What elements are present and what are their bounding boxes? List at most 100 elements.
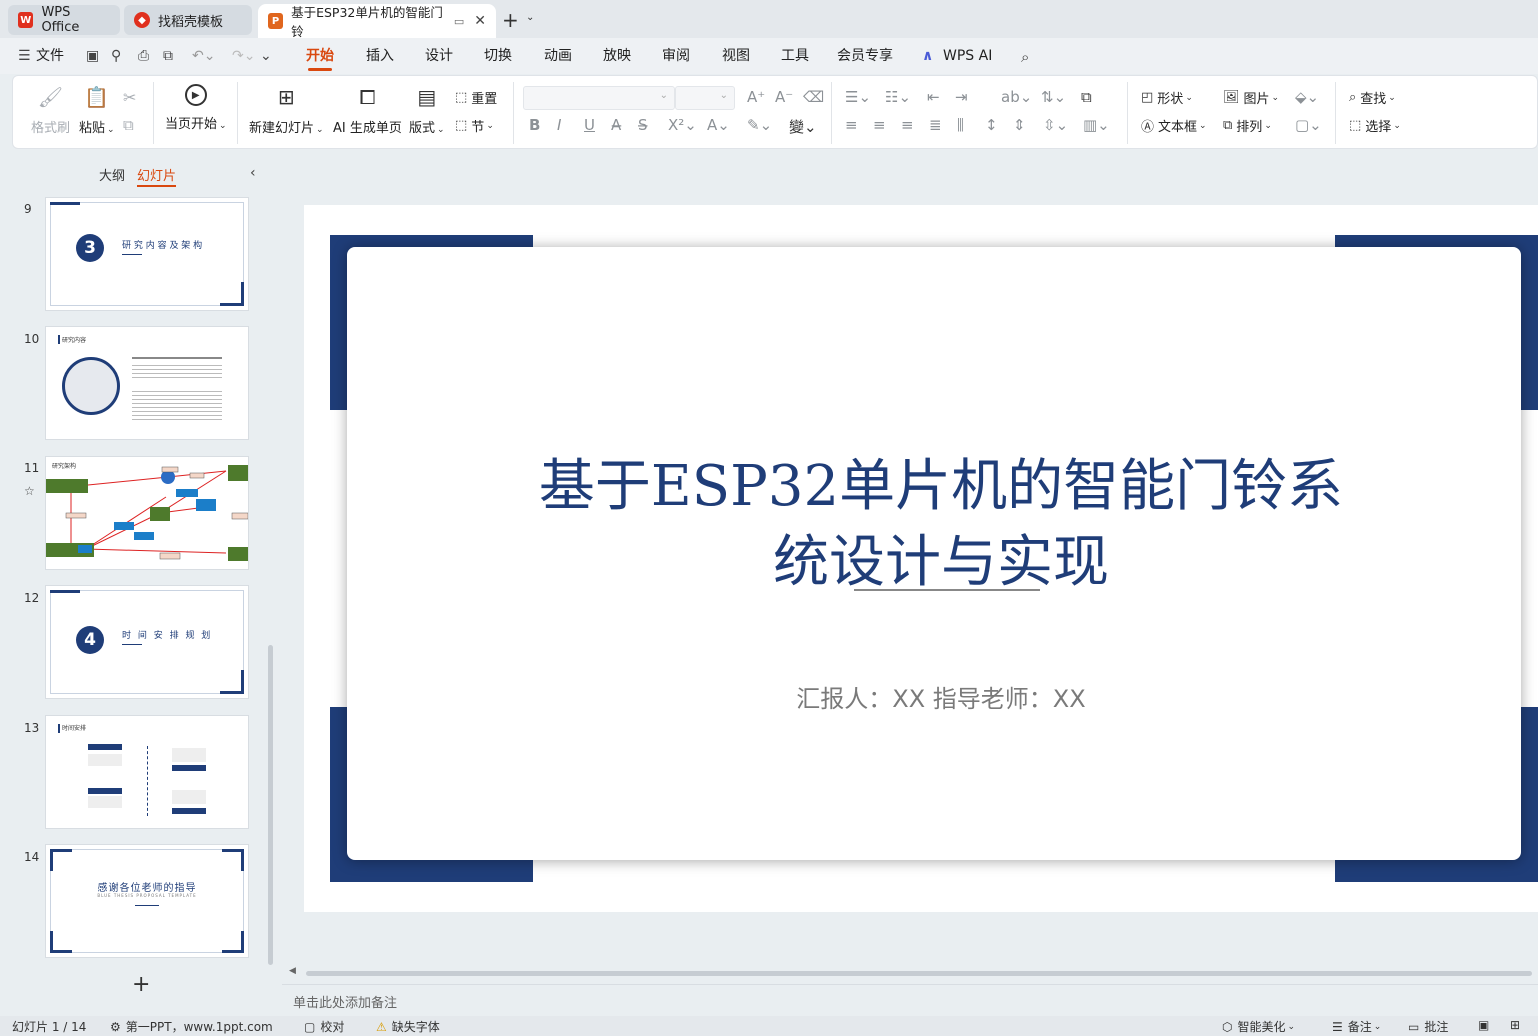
paste-button[interactable]: 📋 粘贴 ⌄ (79, 84, 115, 136)
menu-slideshow[interactable]: 放映 (603, 38, 631, 74)
font-color-icon[interactable]: A⌄ (707, 116, 730, 134)
beautify-button[interactable]: ⬡ 智能美化 ⌄ (1222, 1018, 1295, 1035)
slide-subtitle[interactable]: 汇报人：XX 指导老师：XX (347, 679, 1535, 714)
collapse-panel-icon[interactable]: ‹ (250, 165, 256, 181)
thumbnail-scrollbar[interactable] (268, 645, 273, 965)
distribute-icon[interactable]: ⫼ (957, 116, 964, 134)
justify-icon[interactable]: ≣ (929, 116, 942, 134)
picture-button[interactable]: 🖼 图片 ⌄ (1223, 88, 1279, 107)
cut-icon[interactable]: ✂ (123, 88, 136, 107)
ai-single-page-button[interactable]: ⧠ AI 生成单页 (333, 84, 402, 136)
paragraph-spacing-icon[interactable]: ⇕ (1013, 116, 1026, 134)
arrange-button[interactable]: ⧉ 排列 ⌄ (1223, 116, 1272, 135)
superscript-icon[interactable]: X²⌄ (668, 116, 697, 134)
italic-icon[interactable]: I (557, 116, 561, 134)
slide-thumb-13[interactable]: 时间安排 (46, 716, 248, 828)
menu-file[interactable]: 文件 (36, 38, 64, 74)
menu-wps-ai[interactable]: WPS AI (943, 38, 992, 74)
save-icon[interactable]: ▣ (86, 48, 99, 64)
menu-review[interactable]: 审阅 (662, 38, 690, 74)
menu-design[interactable]: 设计 (425, 38, 453, 74)
missing-font-button[interactable]: ⚠ 缺失字体 (376, 1018, 440, 1035)
numbered-list-icon[interactable]: ☷⌄ (885, 88, 911, 106)
spacing-options-icon[interactable]: ⇳⌄ (1043, 116, 1068, 134)
horizontal-scrollbar[interactable] (306, 971, 1532, 976)
clear-format-icon[interactable]: ⌫ (803, 88, 824, 106)
print-preview-icon[interactable]: ⧉ (163, 48, 173, 64)
shape-button[interactable]: ◰ 形状 ⌄ (1141, 88, 1193, 107)
align-left-icon[interactable]: ≡ (845, 116, 858, 134)
theme-info[interactable]: ⚙ 第一PPT，www.1ppt.com (110, 1018, 273, 1035)
monitor-icon[interactable]: ▭ (454, 15, 464, 28)
new-tab-icon[interactable]: + (502, 8, 519, 32)
align-center-icon[interactable]: ≡ (873, 116, 886, 134)
tab-current-document[interactable]: P 基于ESP32单片机的智能门铃 ▭ ✕ (258, 4, 496, 39)
sorter-view-icon[interactable]: ⊞ (1510, 1018, 1520, 1032)
slide-title[interactable]: 基于ESP32单片机的智能门铃系 统设计与实现 (347, 449, 1535, 601)
search-icon[interactable]: ⌕ (1021, 48, 1029, 66)
increase-font-icon[interactable]: A⁺ (747, 88, 765, 106)
menu-animation[interactable]: 动画 (544, 38, 572, 74)
proofread-button[interactable]: ▢ 校对 (304, 1018, 344, 1035)
slide-thumb-12[interactable]: 4 时 间 安 排 规 划 (46, 586, 248, 698)
undo-icon[interactable]: ↶⌄ (192, 48, 215, 64)
copy-icon[interactable]: ⧉ (123, 116, 134, 134)
menu-home[interactable]: 开始 (306, 38, 334, 74)
more-chevron-icon[interactable]: ⌄ (260, 48, 272, 64)
select-button[interactable]: ⬚ 选择 ⌄ (1349, 116, 1401, 135)
tab-list-chevron-icon[interactable]: ⌄ (526, 12, 534, 23)
menu-view[interactable]: 视图 (722, 38, 750, 74)
hamburger-icon[interactable]: ☰ (18, 48, 31, 64)
decrease-indent-icon[interactable]: ⇤ (927, 88, 940, 106)
notes-pane[interactable]: 单击此处添加备注 (282, 984, 1538, 1016)
slide-thumb-11[interactable]: 研究架构 (46, 457, 248, 569)
export-icon[interactable]: ⚲ (111, 48, 121, 64)
add-slide-icon[interactable]: + (132, 972, 150, 997)
comments-toggle[interactable]: ▭ 批注 (1408, 1018, 1448, 1035)
menu-membership[interactable]: 会员专享 (837, 38, 893, 74)
highlight-icon[interactable]: ✎⌄ (747, 116, 772, 134)
slide-thumb-9[interactable]: 3 研 究 内 容 及 架 构 (46, 198, 248, 310)
bold-icon[interactable]: B (529, 116, 540, 134)
line-spacing-icon[interactable]: ↕ (985, 116, 998, 134)
text-effects-icon[interactable]: 變⌄ (789, 116, 817, 137)
tab-outline[interactable]: 大纲 (99, 165, 125, 184)
textbox-button[interactable]: Ⓐ 文本框 ⌄ (1141, 116, 1207, 135)
font-size-select[interactable]: ⌄ (675, 86, 735, 110)
underline-icon[interactable]: U (584, 116, 595, 134)
star-icon[interactable]: ☆ (24, 484, 35, 498)
find-button[interactable]: ⌕ 查找 ⌄ (1349, 88, 1396, 107)
slide-thumb-14[interactable]: 感谢各位老师的指导 BLUE THESIS PROPOSAL TEMPLATE (46, 845, 248, 957)
align-right-icon[interactable]: ≡ (901, 116, 914, 134)
strikethrough-s-icon[interactable]: S̶ (638, 116, 648, 134)
bullet-list-icon[interactable]: ☰⌄ (845, 88, 871, 106)
fill-icon[interactable]: ⬙⌄ (1295, 88, 1319, 106)
tab-slides[interactable]: 幻灯片 (137, 165, 177, 187)
section-button[interactable]: ⬚ 节 ⌄ (455, 116, 494, 135)
menu-insert[interactable]: 插入 (366, 38, 394, 74)
text-direction-icon[interactable]: ab⌄ (1001, 88, 1032, 106)
format-painter-button[interactable]: 🖌 格式刷 (31, 84, 70, 136)
font-family-select[interactable]: ⌄ (523, 86, 675, 110)
tab-template-store[interactable]: ◆ 找稻壳模板 (124, 5, 252, 35)
menu-tools[interactable]: 工具 (781, 38, 809, 74)
strikethrough-a-icon[interactable]: A̶ (611, 116, 621, 134)
sort-icon[interactable]: ⇅⌄ (1041, 88, 1066, 106)
new-slide-button[interactable]: ⊞ 新建幻灯片 ⌄ (249, 84, 324, 136)
columns-icon[interactable]: ▥⌄ (1083, 116, 1110, 134)
increase-indent-icon[interactable]: ⇥ (955, 88, 968, 106)
normal-view-icon[interactable]: ▣ (1478, 1018, 1489, 1032)
close-tab-icon[interactable]: ✕ (474, 13, 486, 29)
outline-icon[interactable]: ▢⌄ (1295, 116, 1322, 134)
convert-icon[interactable]: ⧉ (1081, 88, 1092, 106)
reset-button[interactable]: ⬚ 重置 (455, 88, 497, 107)
notes-toggle[interactable]: ☰ 备注 ⌄ (1332, 1018, 1381, 1035)
menu-transition[interactable]: 切换 (484, 38, 512, 74)
slide-thumb-10[interactable]: 研究内容 (46, 327, 248, 439)
layout-button[interactable]: ▤ 版式 ⌄ (409, 84, 445, 136)
print-icon[interactable]: ⎙ (138, 48, 149, 64)
redo-icon[interactable]: ↷⌄ (232, 48, 255, 64)
tab-wps-office[interactable]: W WPS Office (8, 5, 120, 35)
decrease-font-icon[interactable]: A⁻ (775, 88, 793, 106)
scroll-left-icon[interactable]: ◀ (289, 966, 296, 976)
